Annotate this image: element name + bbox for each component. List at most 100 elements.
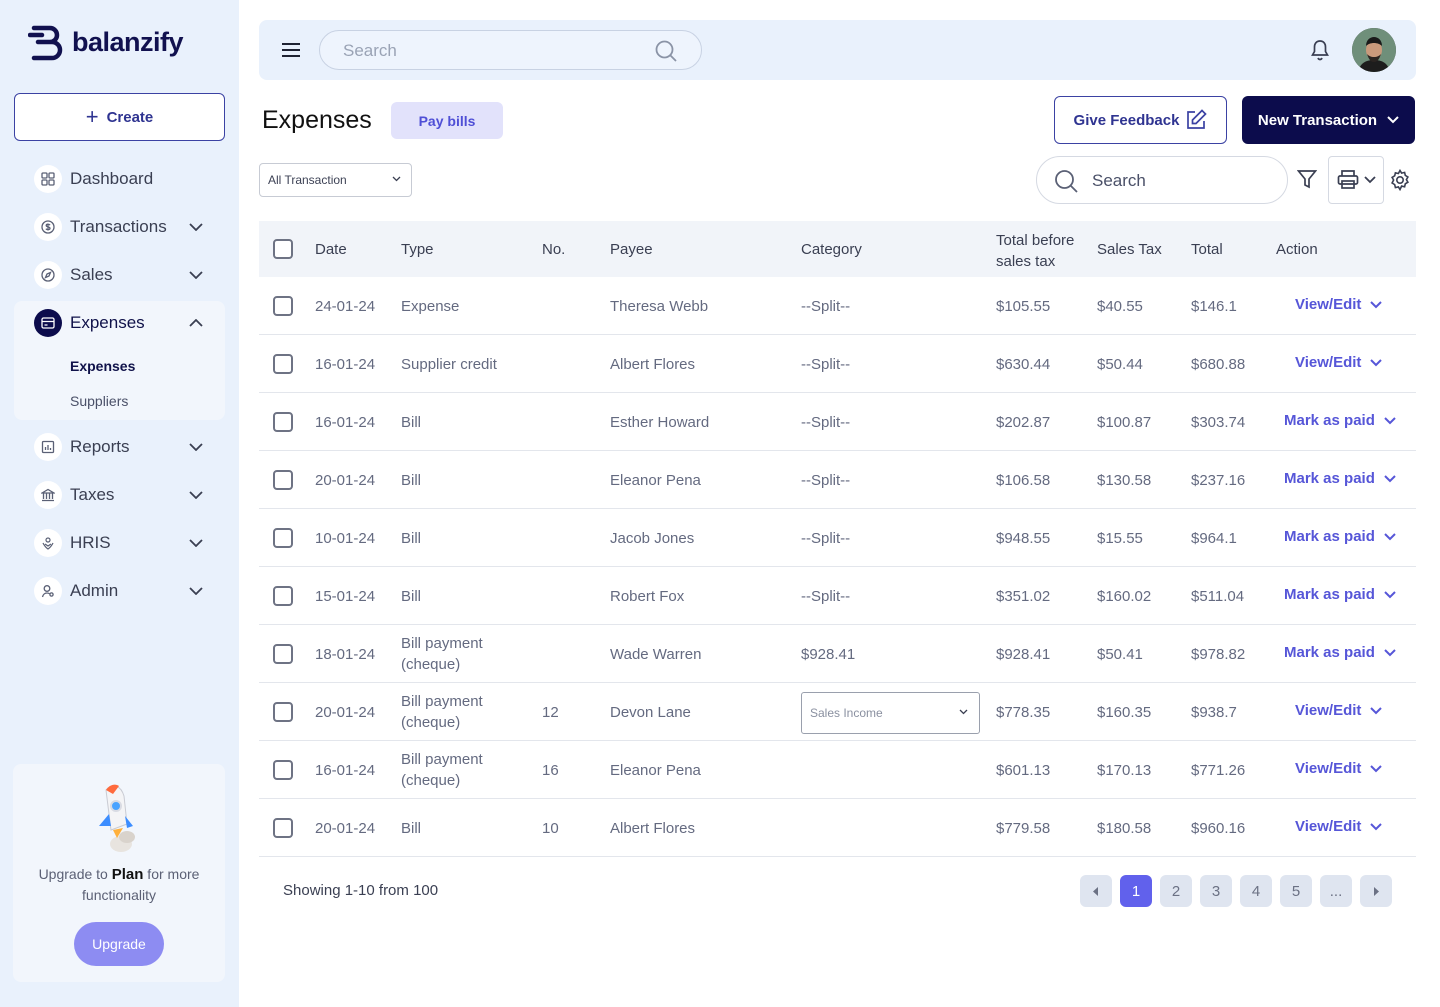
cell-total: $303.74 <box>1191 414 1246 431</box>
brand-logo[interactable]: balanzify <box>28 22 184 62</box>
table-row[interactable]: 20-01-24 Bill payment (cheque) 12 Devon … <box>259 683 1416 741</box>
row-checkbox[interactable] <box>273 470 293 490</box>
table-search[interactable]: Search <box>1036 156 1288 204</box>
grid-icon <box>34 165 62 193</box>
page-button-4[interactable]: 4 <box>1240 875 1272 907</box>
select-all-checkbox[interactable] <box>273 239 293 259</box>
sidebar-item-dashboard[interactable]: Dashboard <box>34 165 204 193</box>
mark-as-paid-button[interactable]: Mark as paid <box>1284 528 1396 545</box>
page-button-1[interactable]: 1 <box>1120 875 1152 907</box>
rocket-icon <box>99 784 135 852</box>
column-header-total-before-tax[interactable]: Total before sales tax <box>996 230 1074 272</box>
column-header-category[interactable]: Category <box>801 241 862 258</box>
search-input[interactable] <box>343 41 623 61</box>
column-header-type[interactable]: Type <box>401 241 434 258</box>
print-button[interactable] <box>1328 156 1384 204</box>
give-feedback-button[interactable]: Give Feedback <box>1054 96 1227 144</box>
cell-payee: Robert Fox <box>610 588 685 605</box>
gear-icon[interactable] <box>1389 169 1411 191</box>
row-checkbox[interactable] <box>273 412 293 432</box>
caret-left-icon <box>1093 886 1098 896</box>
action-label: Mark as paid <box>1284 528 1375 545</box>
cell-date: 20-01-24 <box>315 820 376 837</box>
page-ellipsis[interactable]: ... <box>1320 875 1352 907</box>
table-row[interactable]: 24-01-24 Expense Theresa Webb --Split-- … <box>259 277 1416 335</box>
page-button-3[interactable]: 3 <box>1200 875 1232 907</box>
table-row[interactable]: 20-01-24 Bill Eleanor Pena --Split-- $10… <box>259 451 1416 509</box>
menu-icon[interactable] <box>281 40 301 60</box>
column-header-total[interactable]: Total <box>1191 241 1223 258</box>
column-header-no[interactable]: No. <box>542 241 565 258</box>
plus-icon: + <box>85 104 99 129</box>
sidebar-subitem-suppliers[interactable]: Suppliers <box>70 393 128 409</box>
view-edit-button[interactable]: View/Edit <box>1295 354 1383 371</box>
sidebar-subitem-expenses[interactable]: Expenses <box>70 358 135 374</box>
cell-payee: Jacob Jones <box>610 530 695 547</box>
avatar[interactable] <box>1352 28 1396 72</box>
compass-icon <box>34 261 62 289</box>
category-select-value: Sales Income <box>810 706 883 720</box>
caret-right-icon <box>1374 886 1379 896</box>
cell-total-before-tax: $601.13 <box>996 762 1051 779</box>
sidebar-item-taxes[interactable]: Taxes <box>34 481 204 509</box>
cell-sales-tax: $160.02 <box>1097 588 1152 605</box>
prev-page-button[interactable] <box>1080 875 1112 907</box>
row-checkbox[interactable] <box>273 760 293 780</box>
column-header-sales-tax[interactable]: Sales Tax <box>1097 241 1162 258</box>
column-header-date[interactable]: Date <box>315 241 347 258</box>
page-button-2[interactable]: 2 <box>1160 875 1192 907</box>
row-checkbox[interactable] <box>273 818 293 838</box>
search-icon[interactable] <box>655 40 677 62</box>
filter-icon[interactable] <box>1297 169 1317 190</box>
view-edit-button[interactable]: View/Edit <box>1295 818 1383 835</box>
cell-payee: Albert Flores <box>610 356 696 373</box>
cell-type: Bill <box>401 588 422 605</box>
transaction-filter-select[interactable]: All Transaction <box>259 163 412 197</box>
view-edit-button[interactable]: View/Edit <box>1295 296 1383 313</box>
sidebar-item-transactions[interactable]: Transactions <box>34 213 204 241</box>
type-line: Bill payment <box>401 751 483 768</box>
sidebar-item-sales[interactable]: Sales <box>34 261 204 289</box>
row-checkbox[interactable] <box>273 354 293 374</box>
table-row[interactable]: 10-01-24 Bill Jacob Jones --Split-- $948… <box>259 509 1416 567</box>
view-edit-button[interactable]: View/Edit <box>1295 702 1383 719</box>
chevron-down-icon <box>1384 532 1396 540</box>
row-checkbox[interactable] <box>273 528 293 548</box>
sidebar-item-hris[interactable]: HRIS <box>34 529 204 557</box>
row-checkbox[interactable] <box>273 586 293 606</box>
mark-as-paid-button[interactable]: Mark as paid <box>1284 470 1396 487</box>
cell-total: $237.16 <box>1191 472 1246 489</box>
mark-as-paid-button[interactable]: Mark as paid <box>1284 586 1396 603</box>
table-row[interactable]: 20-01-24 Bill 10 Albert Flores $779.58 $… <box>259 799 1416 857</box>
row-checkbox[interactable] <box>273 644 293 664</box>
category-select[interactable]: Sales Income <box>801 692 980 734</box>
cell-type: Bill payment (cheque) <box>401 691 483 733</box>
pay-bills-button[interactable]: Pay bills <box>391 102 503 139</box>
column-header-payee[interactable]: Payee <box>610 241 653 258</box>
type-line: Bill payment <box>401 693 483 710</box>
action-label: Mark as paid <box>1284 470 1375 487</box>
page-button-5[interactable]: 5 <box>1280 875 1312 907</box>
row-checkbox[interactable] <box>273 296 293 316</box>
create-button[interactable]: + Create <box>14 93 225 141</box>
view-edit-button[interactable]: View/Edit <box>1295 760 1383 777</box>
table-row[interactable]: 16-01-24 Bill payment (cheque) 16 Eleano… <box>259 741 1416 799</box>
sidebar-item-expenses[interactable]: Expenses <box>34 309 204 337</box>
mark-as-paid-button[interactable]: Mark as paid <box>1284 644 1396 661</box>
new-transaction-button[interactable]: New Transaction <box>1242 96 1415 144</box>
row-checkbox[interactable] <box>273 702 293 722</box>
table-row[interactable]: 16-01-24 Bill Esther Howard --Split-- $2… <box>259 393 1416 451</box>
top-search[interactable] <box>319 30 702 70</box>
upgrade-plan: Plan <box>111 866 144 883</box>
table-row[interactable]: 18-01-24 Bill payment (cheque) Wade Warr… <box>259 625 1416 683</box>
table-row[interactable]: 15-01-24 Bill Robert Fox --Split-- $351.… <box>259 567 1416 625</box>
cell-type: Bill payment (cheque) <box>401 749 483 791</box>
bell-icon[interactable] <box>1310 39 1330 61</box>
mark-as-paid-button[interactable]: Mark as paid <box>1284 412 1396 429</box>
sidebar-item-admin[interactable]: Admin <box>34 577 204 605</box>
next-page-button[interactable] <box>1360 875 1392 907</box>
table-row[interactable]: 16-01-24 Supplier credit Albert Flores -… <box>259 335 1416 393</box>
upgrade-button[interactable]: Upgrade <box>74 922 164 966</box>
cell-total-before-tax: $202.87 <box>996 414 1051 431</box>
sidebar-item-reports[interactable]: Reports <box>34 433 204 461</box>
